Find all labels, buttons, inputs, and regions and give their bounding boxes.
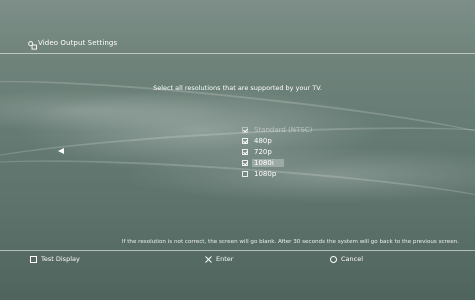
resolution-list: Standard (NTSC) 480p 720p 1080i 1080p [242,124,312,179]
header: Video Output Settings [0,38,475,54]
enter-label: Enter [216,255,234,263]
resolution-label: 1080i [252,158,284,167]
left-arrow-icon[interactable] [58,148,64,154]
resolution-label: 1080p [254,169,277,178]
checkbox[interactable] [242,159,248,166]
circle-button-icon [330,255,337,263]
square-button-icon [30,255,37,263]
cancel-label: Cancel [341,255,364,263]
page-title: Video Output Settings [38,39,118,47]
test-display-button[interactable]: Test Display [30,255,80,263]
resolution-option-480p[interactable]: 480p [242,135,312,146]
warning-note: If the resolution is not correct, the sc… [121,239,459,245]
cancel-button[interactable]: Cancel [330,255,363,263]
footer-bar: Test Display Enter Cancel [0,252,475,266]
resolution-label: 720p [254,147,272,156]
resolution-option-1080i[interactable]: 1080i [242,157,312,168]
checkbox [242,126,248,133]
resolution-label: Standard (NTSC) [254,125,313,134]
header-divider [0,53,475,54]
resolution-option-1080p[interactable]: 1080p [242,168,312,179]
footer-divider [0,250,475,251]
checkbox[interactable] [242,137,248,144]
display-settings-icon [28,41,37,50]
checkbox[interactable] [242,170,248,177]
enter-button[interactable]: Enter [205,255,233,263]
test-display-label: Test Display [41,255,80,263]
cross-button-icon [205,255,212,263]
instruction-text: Select all resolutions that are supporte… [153,84,322,92]
checkbox[interactable] [242,148,248,155]
resolution-label: 480p [254,136,272,145]
resolution-option-standard: Standard (NTSC) [242,124,312,135]
resolution-option-720p[interactable]: 720p [242,146,312,157]
